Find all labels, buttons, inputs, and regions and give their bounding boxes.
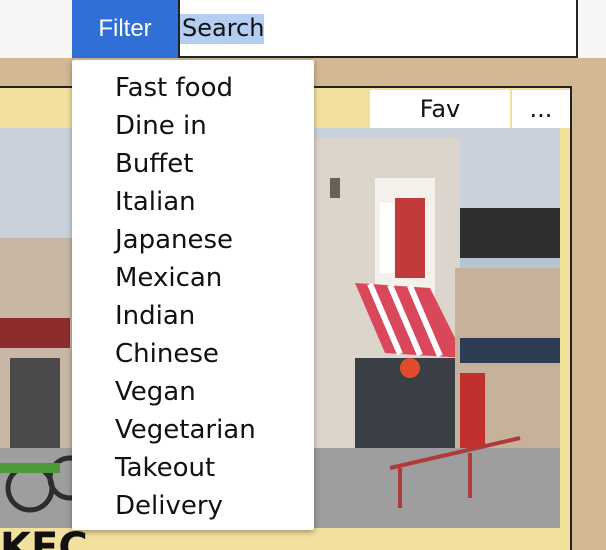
filter-option-italian[interactable]: Italian [72,183,314,221]
filter-option-takeout[interactable]: Takeout [72,449,314,487]
more-tab[interactable]: ... [512,90,570,128]
filter-option-indian[interactable]: Indian [72,297,314,335]
restaurant-title: KFC [0,528,200,550]
search-box[interactable] [178,0,578,58]
fav-tab[interactable]: Fav [370,90,510,128]
filter-option-vegetarian[interactable]: Vegetarian [72,411,314,449]
filter-option-fast-food[interactable]: Fast food [72,69,314,107]
filter-dropdown-menu: Fast food Dine in Buffet Italian Japanes… [72,60,314,530]
search-input[interactable] [182,14,561,42]
filter-option-mexican[interactable]: Mexican [72,259,314,297]
top-toolbar: Filter [0,0,606,58]
filter-option-vegan[interactable]: Vegan [72,373,314,411]
filter-option-dine-in[interactable]: Dine in [72,107,314,145]
app-window: Filter Fav ... [0,0,606,550]
filter-option-delivery[interactable]: Delivery [72,487,314,525]
filter-option-buffet[interactable]: Buffet [72,145,314,183]
filter-option-japanese[interactable]: Japanese [72,221,314,259]
filter-option-chinese[interactable]: Chinese [72,335,314,373]
filter-button[interactable]: Filter [72,0,178,58]
